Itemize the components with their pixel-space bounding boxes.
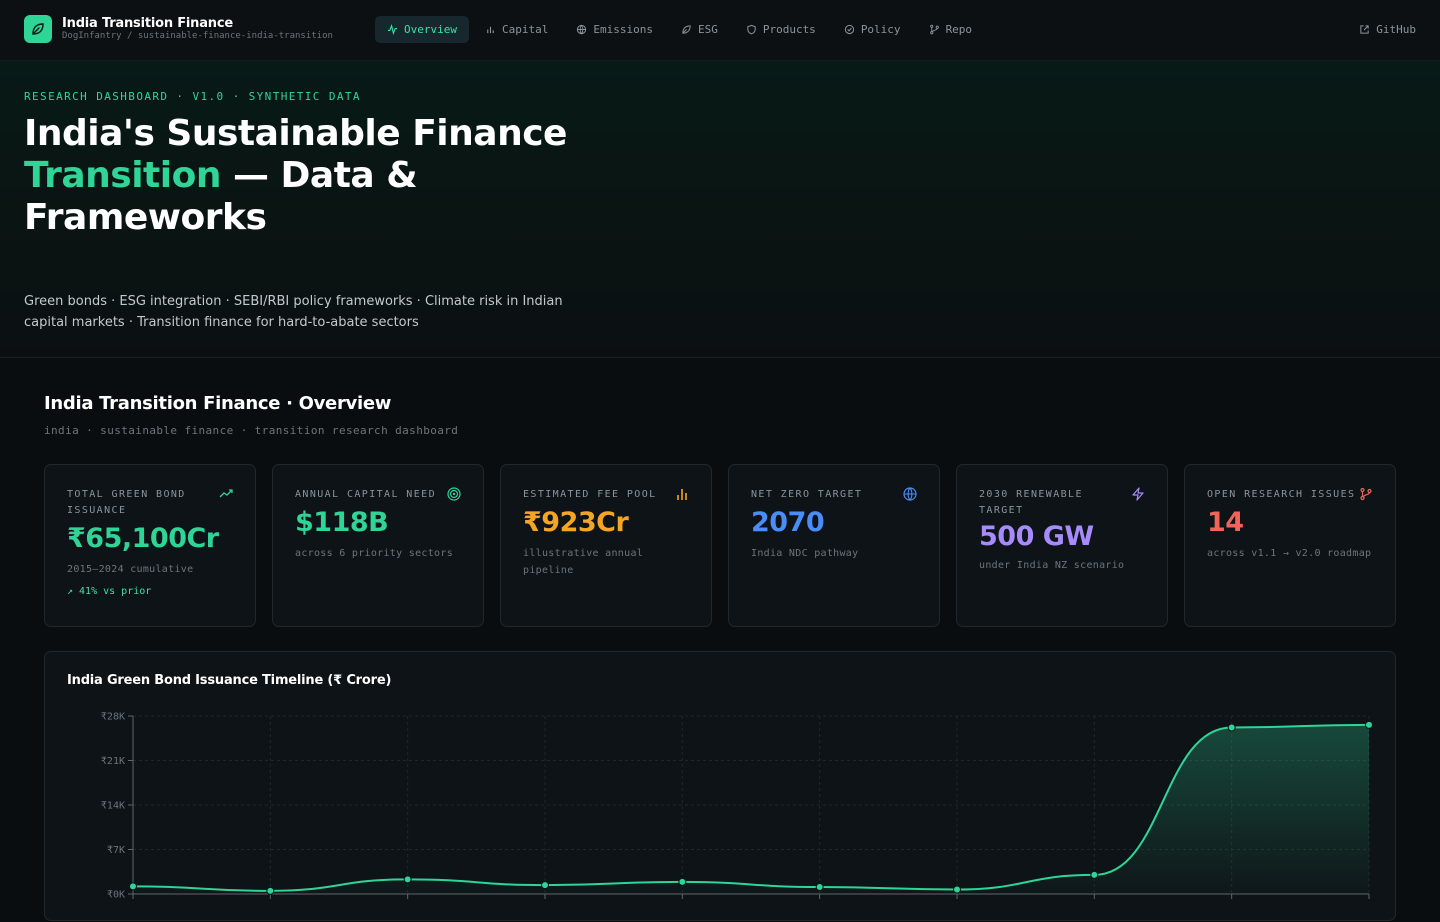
kpi-note: illustrative annual pipeline [523, 548, 644, 576]
nav-label: Emissions [593, 23, 653, 36]
y-tick-label: ₹0K [107, 890, 125, 901]
kpi-note: across 6 priority sectors [295, 548, 454, 559]
kpi-label: ESTIMATED FEE POOL [523, 489, 657, 500]
hero-title-part1: India's Sustainable Finance [24, 113, 567, 154]
nav-item-policy[interactable]: Policy [832, 16, 913, 43]
kpi-label: 2030 RENEWABLE TARGET [979, 489, 1083, 516]
nav-item-overview[interactable]: Overview [375, 16, 469, 43]
hero-description: Green bonds · ESG integration · SEBI/RBI… [24, 294, 563, 330]
data-point [953, 885, 961, 894]
kpi-value: ₹923Cr [523, 507, 629, 538]
kpi-label: NET ZERO TARGET [751, 489, 863, 500]
hero-section: RESEARCH DASHBOARD · V1.0 · SYNTHETIC DA… [0, 61, 1440, 358]
kpi-label: ANNUAL CAPITAL NEED [295, 489, 436, 500]
nav-label: Repo [945, 23, 973, 36]
kpi-note: India NDC pathway [751, 548, 859, 559]
kpi-cards: TOTAL GREEN BOND ISSUANCE ₹65,100Cr 2015… [44, 464, 1396, 627]
kpi-card-renewable-target[interactable]: 2030 RENEWABLE TARGET 500 GW under India… [956, 464, 1168, 627]
bolt-icon [1132, 487, 1144, 501]
main-nav: Overview Capital Emissions ESG Products … [375, 16, 984, 43]
leaf-icon [24, 15, 52, 43]
shield-icon [747, 24, 756, 35]
globe-icon [903, 487, 917, 501]
external-link-icon [1360, 25, 1369, 34]
kpi-value: 500 GW [979, 521, 1094, 552]
nav-item-products[interactable]: Products [734, 16, 828, 43]
brand-title: India Transition Finance [62, 15, 233, 31]
bar-chart-icon [677, 489, 687, 500]
overview-title: India Transition Finance · Overview [44, 393, 392, 414]
chart-plot: ₹28K ₹21K ₹14K ₹7K ₹0K [101, 712, 1373, 901]
kpi-delta: ↗ 41% vs prior [67, 586, 152, 597]
check-circle-icon [844, 24, 854, 35]
data-point [1090, 870, 1099, 879]
kpi-note: under India NZ scenario [979, 560, 1125, 571]
kpi-value: 14 [1207, 507, 1244, 538]
data-point [678, 877, 687, 886]
git-branch-icon [929, 24, 939, 35]
data-point [403, 875, 412, 884]
brand[interactable]: India Transition Finance DogInfantry / s… [24, 15, 333, 43]
kpi-card-fee-pool[interactable]: ESTIMATED FEE POOL ₹923Cr illustrative a… [500, 464, 712, 627]
repo-path: DogInfantry / sustainable-finance-india-… [62, 30, 333, 41]
nav-item-esg[interactable]: ESG [669, 16, 730, 43]
kpi-value: $118B [295, 507, 389, 538]
data-point [815, 883, 824, 892]
nav-label: ESG [697, 23, 718, 36]
git-branch-icon [1360, 487, 1372, 501]
kpi-note: across v1.1 → v2.0 roadmap [1207, 548, 1372, 559]
y-tick-label: ₹7K [107, 845, 125, 856]
top-navigation-bar: India Transition Finance DogInfantry / s… [0, 0, 1440, 61]
github-link[interactable]: GitHub [1359, 23, 1416, 36]
hero-title-accent: Transition [24, 155, 221, 196]
series-area [133, 724, 1369, 894]
hero-title: India's Sustainable Finance Transition — … [24, 113, 624, 239]
nav-label: Policy [860, 23, 901, 36]
hero-eyebrow: RESEARCH DASHBOARD · V1.0 · SYNTHETIC DA… [24, 90, 361, 103]
data-point [541, 881, 549, 890]
target-icon [447, 487, 461, 501]
pulse-icon [387, 24, 398, 35]
y-tick-label: ₹14K [101, 801, 125, 812]
nav-item-capital[interactable]: Capital [473, 16, 560, 43]
nav-label: Overview [404, 23, 457, 36]
y-tick-label: ₹21K [101, 756, 125, 767]
nav-item-repo[interactable]: Repo [917, 16, 985, 43]
data-point [1227, 723, 1236, 732]
kpi-label: OPEN RESEARCH ISSUES [1207, 489, 1356, 500]
leaf-icon [682, 25, 691, 34]
bar-chart-icon [487, 26, 494, 34]
nav-item-emissions[interactable]: Emissions [564, 16, 665, 43]
kpi-value: 2070 [751, 507, 825, 538]
data-point [1365, 720, 1373, 729]
kpi-note: 2015–2024 cumulative [67, 564, 194, 575]
kpi-label: TOTAL GREEN BOND ISSUANCE [67, 489, 186, 516]
nav-label: Products [762, 23, 816, 36]
y-tick-label: ₹28K [101, 712, 125, 723]
kpi-card-annual-capital-need[interactable]: ANNUAL CAPITAL NEED $118B across 6 prior… [272, 464, 484, 627]
kpi-card-net-zero-target[interactable]: NET ZERO TARGET 2070 India NDC pathway [728, 464, 940, 627]
green-bond-timeline-chart: India Green Bond Issuance Timeline (₹ Cr… [44, 651, 1396, 921]
nav-label: Capital [501, 23, 549, 36]
globe-icon [577, 24, 587, 35]
data-point [129, 882, 137, 891]
kpi-value: ₹65,100Cr [67, 523, 219, 554]
overview-subtitle: india · sustainable finance · transition… [44, 424, 459, 437]
kpi-card-open-issues[interactable]: OPEN RESEARCH ISSUES 14 across v1.1 → v2… [1184, 464, 1396, 627]
kpi-card-green-bond-issuance[interactable]: TOTAL GREEN BOND ISSUANCE ₹65,100Cr 2015… [44, 464, 256, 627]
data-point [266, 886, 275, 895]
github-label: GitHub [1376, 23, 1416, 36]
trend-up-icon [219, 489, 233, 498]
